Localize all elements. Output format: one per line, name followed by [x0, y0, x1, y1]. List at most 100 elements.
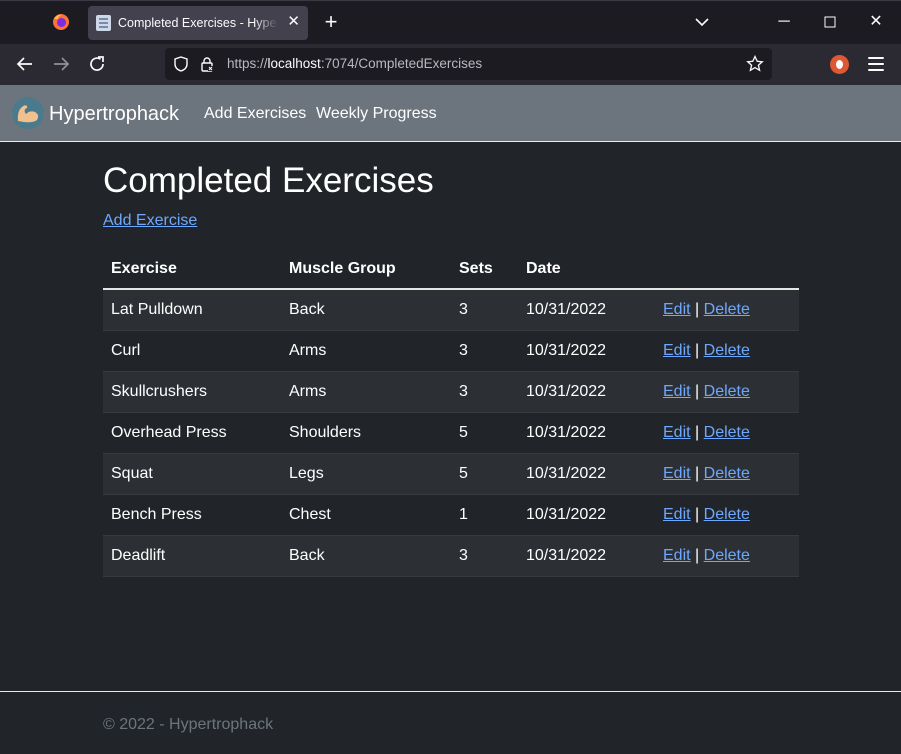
browser-toolbar: https://localhost:7074/CompletedExercise…: [0, 44, 901, 85]
edit-link[interactable]: Edit: [663, 342, 691, 359]
cell-date: 10/31/2022: [518, 412, 655, 454]
separator: |: [695, 505, 700, 523]
column-header-muscle-group: Muscle Group: [281, 249, 451, 290]
separator: |: [695, 423, 700, 441]
table-row: Overhead Press Shoulders 5 10/31/2022 Ed…: [103, 412, 799, 454]
cell-muscle-group: Back: [281, 535, 451, 577]
edit-link[interactable]: Edit: [663, 383, 691, 400]
cell-date: 10/31/2022: [518, 330, 655, 372]
separator: |: [695, 341, 700, 359]
delete-link[interactable]: Delete: [704, 465, 750, 482]
table-row: Skullcrushers Arms 3 10/31/2022 Edit | D…: [103, 371, 799, 413]
shield-icon[interactable]: [173, 56, 189, 72]
delete-link[interactable]: Delete: [704, 547, 750, 564]
cell-actions: Edit | Delete: [655, 453, 799, 495]
delete-link[interactable]: Delete: [704, 506, 750, 523]
delete-link[interactable]: Delete: [704, 424, 750, 441]
chevron-down-icon[interactable]: [694, 14, 710, 30]
cell-date: 10/31/2022: [518, 494, 655, 536]
cell-muscle-group: Arms: [281, 371, 451, 413]
column-header-date: Date: [518, 249, 655, 290]
cell-exercise: Squat: [103, 453, 281, 495]
cell-exercise: Deadlift: [103, 535, 281, 577]
cell-date: 10/31/2022: [518, 289, 655, 331]
cell-date: 10/31/2022: [518, 535, 655, 577]
cell-sets: 3: [451, 371, 518, 413]
delete-link[interactable]: Delete: [704, 301, 750, 318]
separator: |: [695, 464, 700, 482]
cell-actions: Edit | Delete: [655, 494, 799, 536]
flexed-arm-logo-icon[interactable]: [12, 97, 44, 129]
back-arrow-icon[interactable]: [15, 54, 35, 74]
cell-date: 10/31/2022: [518, 371, 655, 413]
cell-muscle-group: Back: [281, 289, 451, 331]
cell-actions: Edit | Delete: [655, 330, 799, 372]
close-window-icon[interactable]: ✕: [866, 11, 886, 33]
edit-link[interactable]: Edit: [663, 424, 691, 441]
tab-strip: Completed Exercises - Hypertrophack ✕ + …: [0, 0, 901, 44]
page-title: Completed Exercises: [103, 161, 434, 200]
browser-tab-active[interactable]: Completed Exercises - Hypertrophack ✕: [88, 6, 308, 40]
cell-actions: Edit | Delete: [655, 412, 799, 454]
column-header-exercise: Exercise: [103, 249, 281, 290]
nav-weekly-progress[interactable]: Weekly Progress: [316, 105, 437, 123]
cell-exercise: Overhead Press: [103, 412, 281, 454]
cell-exercise: Skullcrushers: [103, 371, 281, 413]
cell-muscle-group: Chest: [281, 494, 451, 536]
url-path: :7074/CompletedExercises: [320, 56, 483, 71]
cell-sets: 5: [451, 412, 518, 454]
cell-exercise: Lat Pulldown: [103, 289, 281, 331]
url-scheme: https://: [227, 56, 268, 71]
firefox-icon[interactable]: [52, 13, 70, 31]
exercises-table: Exercise Muscle Group Sets Date Lat Pull…: [103, 249, 799, 577]
add-exercise-link[interactable]: Add Exercise: [103, 212, 197, 230]
cell-muscle-group: Arms: [281, 330, 451, 372]
plus-icon[interactable]: +: [320, 11, 342, 33]
page-viewport: Hypertrophack Add Exercises Weekly Progr…: [0, 85, 901, 754]
separator: |: [695, 546, 700, 564]
cell-muscle-group: Legs: [281, 453, 451, 495]
cell-actions: Edit | Delete: [655, 535, 799, 577]
cell-exercise: Curl: [103, 330, 281, 372]
edit-link[interactable]: Edit: [663, 301, 691, 318]
forward-arrow-icon[interactable]: [51, 54, 71, 74]
close-icon[interactable]: ✕: [287, 14, 300, 30]
cell-exercise: Bench Press: [103, 494, 281, 536]
cell-sets: 3: [451, 535, 518, 577]
page-icon: [96, 15, 111, 31]
hamburger-menu-icon[interactable]: [868, 57, 884, 71]
table-row: Bench Press Chest 1 10/31/2022 Edit | De…: [103, 494, 799, 536]
lock-icon[interactable]: [199, 56, 215, 72]
url-host: localhost: [267, 56, 321, 71]
footer-copyright: © 2022 - Hypertrophack: [103, 716, 274, 733]
cell-sets: 3: [451, 289, 518, 331]
cell-sets: 5: [451, 453, 518, 495]
cell-date: 10/31/2022: [518, 453, 655, 495]
reload-icon[interactable]: [87, 54, 107, 74]
page-footer: © 2022 - Hypertrophack: [0, 691, 901, 754]
duckduckgo-icon[interactable]: [830, 55, 849, 74]
cell-actions: Edit | Delete: [655, 289, 799, 331]
nav-add-exercises[interactable]: Add Exercises: [204, 105, 306, 123]
table-row: Lat Pulldown Back 3 10/31/2022 Edit | De…: [103, 289, 799, 331]
column-header-sets: Sets: [451, 249, 518, 290]
cell-sets: 3: [451, 330, 518, 372]
minimize-icon[interactable]: ─: [774, 11, 794, 33]
table-row: Squat Legs 5 10/31/2022 Edit | Delete: [103, 453, 799, 495]
brand-link[interactable]: Hypertrophack: [49, 103, 179, 126]
app-navbar: Hypertrophack Add Exercises Weekly Progr…: [0, 85, 901, 142]
separator: |: [695, 382, 700, 400]
maximize-icon[interactable]: [820, 11, 840, 33]
delete-link[interactable]: Delete: [704, 342, 750, 359]
tab-title: Completed Exercises - Hypertrophack: [118, 16, 278, 30]
edit-link[interactable]: Edit: [663, 506, 691, 523]
edit-link[interactable]: Edit: [663, 465, 691, 482]
delete-link[interactable]: Delete: [704, 383, 750, 400]
cell-muscle-group: Shoulders: [281, 412, 451, 454]
edit-link[interactable]: Edit: [663, 547, 691, 564]
column-header-actions: [655, 249, 799, 290]
url-text: https://localhost:7074/CompletedExercise…: [227, 56, 482, 71]
cell-actions: Edit | Delete: [655, 371, 799, 413]
star-icon[interactable]: [746, 55, 764, 73]
address-bar[interactable]: https://localhost:7074/CompletedExercise…: [165, 48, 772, 80]
